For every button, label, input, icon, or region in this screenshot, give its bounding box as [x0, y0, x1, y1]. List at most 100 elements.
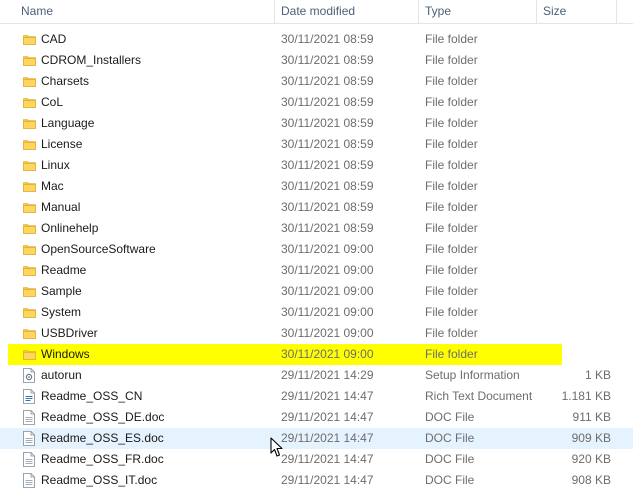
column-header-type[interactable]: Type — [419, 0, 535, 23]
date-modified: 29/11/2021 14:29 — [281, 368, 374, 382]
file-type: File folder — [425, 221, 478, 235]
file-type: File folder — [425, 200, 478, 214]
folder-icon — [21, 302, 37, 323]
folder-icon — [21, 344, 37, 365]
file-type: File folder — [425, 326, 478, 340]
file-size: 1 KB — [584, 368, 611, 382]
folder-icon — [21, 113, 37, 134]
file-size: 908 KB — [571, 473, 611, 487]
file-name: Language — [41, 116, 95, 130]
setup-info-icon — [21, 365, 37, 386]
folder-row[interactable]: CAD 30/11/2021 08:59 File folder — [0, 29, 633, 50]
folder-icon — [21, 323, 37, 344]
file-type: File folder — [425, 305, 478, 319]
date-modified: 30/11/2021 08:59 — [281, 221, 374, 235]
date-modified: 30/11/2021 09:00 — [281, 347, 374, 361]
date-modified: 30/11/2021 09:00 — [281, 242, 374, 256]
folder-row[interactable]: License 30/11/2021 08:59 File folder — [0, 134, 633, 155]
file-row[interactable]: Readme_OSS_CN 29/11/2021 14:47 Rich Text D… — [0, 386, 633, 407]
file-name: CAD — [41, 32, 67, 46]
date-modified: 30/11/2021 08:59 — [281, 200, 374, 214]
file-name: Readme_OSS_IT.doc — [41, 473, 158, 487]
file-type: File folder — [425, 32, 478, 46]
folder-icon — [21, 218, 37, 239]
sort-caret-icon: ^ — [141, 0, 146, 5]
file-size — [541, 155, 611, 176]
folder-row[interactable]: Mac 30/11/2021 08:59 File folder — [0, 176, 633, 197]
folder-row[interactable]: Sample 30/11/2021 09:00 File folder — [0, 281, 633, 302]
file-type: Rich Text Document — [425, 389, 533, 403]
doc-file-icon — [21, 428, 37, 449]
folder-row[interactable]: Readme 30/11/2021 09:00 File folder — [0, 260, 633, 281]
file-size: 920 KB — [571, 452, 611, 466]
folder-row[interactable]: CoL 30/11/2021 08:59 File folder — [0, 92, 633, 113]
file-size — [541, 29, 611, 50]
date-modified: 29/11/2021 14:47 — [281, 431, 374, 445]
file-row[interactable]: Readme_OSS_IT.doc 29/11/2021 14:47 DOC Fil… — [0, 470, 633, 491]
file-name: OpenSourceSoftware — [41, 242, 156, 256]
file-row[interactable]: Readme_OSS_ES.doc 29/11/2021 14:47 DOC Fil… — [0, 428, 633, 449]
date-modified: 29/11/2021 14:47 — [281, 389, 374, 403]
file-name: autorun — [41, 368, 82, 382]
file-size: 909 KB — [571, 431, 611, 445]
file-row[interactable]: Readme_OSS_DE.doc 29/11/2021 14:47 DOC Fil… — [0, 407, 633, 428]
folder-row[interactable]: Charsets 30/11/2021 08:59 File folder — [0, 71, 633, 92]
folder-row[interactable]: System 30/11/2021 09:00 File folder — [0, 302, 633, 323]
date-modified: 29/11/2021 14:47 — [281, 473, 374, 487]
date-modified: 30/11/2021 09:00 — [281, 263, 374, 277]
file-name: Linux — [41, 158, 70, 172]
file-name: Charsets — [41, 74, 90, 88]
file-size: 911 KB — [572, 410, 611, 424]
folder-row[interactable]: Linux 30/11/2021 08:59 File folder — [0, 155, 633, 176]
folder-row[interactable]: Language 30/11/2021 08:59 File folder — [0, 113, 633, 134]
file-type: File folder — [425, 53, 478, 67]
folder-row[interactable]: USBDriver 30/11/2021 09:00 File folder — [0, 323, 633, 344]
file-size — [541, 50, 611, 71]
file-name: CoL — [41, 95, 64, 109]
file-type: File folder — [425, 137, 478, 151]
file-type: File folder — [425, 179, 478, 193]
column-header-date[interactable]: Date modified — [275, 0, 418, 23]
column-divider[interactable] — [616, 0, 617, 23]
file-size — [541, 197, 611, 218]
file-name: Readme_OSS_FR.doc — [41, 452, 164, 466]
column-header-bar: Name ^ Date modified Type Size — [0, 0, 633, 24]
folder-row[interactable]: Windows 30/11/2021 09:00 File folder — [0, 344, 633, 365]
date-modified: 30/11/2021 08:59 — [281, 32, 374, 46]
file-type: File folder — [425, 158, 478, 172]
file-type: File folder — [425, 116, 478, 130]
file-name: System — [41, 305, 82, 319]
folder-icon — [21, 134, 37, 155]
file-name: Readme — [41, 263, 87, 277]
file-name: CDROM_Installers — [41, 53, 142, 67]
doc-file-icon — [21, 449, 37, 470]
folder-row[interactable]: Onlinehelp 30/11/2021 08:59 File folder — [0, 218, 633, 239]
mouse-cursor-icon — [270, 437, 283, 457]
folder-row[interactable]: OpenSourceSoftware 30/11/2021 09:00 File f… — [0, 239, 633, 260]
date-modified: 30/11/2021 08:59 — [281, 158, 374, 172]
doc-file-icon — [21, 407, 37, 428]
file-size — [541, 281, 611, 302]
folder-icon — [21, 281, 37, 302]
file-type: File folder — [425, 74, 478, 88]
file-row[interactable]: autorun 29/11/2021 14:29 Setup Information… — [0, 365, 633, 386]
file-size — [541, 218, 611, 239]
file-type: Setup Information — [425, 368, 520, 382]
folder-icon — [21, 92, 37, 113]
file-type: DOC File — [425, 431, 475, 445]
folder-icon — [21, 50, 37, 71]
file-size — [541, 260, 611, 281]
file-name: Manual — [41, 200, 81, 214]
file-name: Onlinehelp — [41, 221, 99, 235]
date-modified: 29/11/2021 14:47 — [281, 452, 374, 466]
file-row[interactable]: Readme_OSS_FR.doc 29/11/2021 14:47 DOC Fil… — [0, 449, 633, 470]
folder-row[interactable]: Manual 30/11/2021 08:59 File folder — [0, 197, 633, 218]
date-modified: 30/11/2021 08:59 — [281, 137, 374, 151]
folder-row[interactable]: CDROM_Installers 30/11/2021 08:59 File fol… — [0, 50, 633, 71]
file-type: File folder — [425, 347, 478, 361]
date-modified: 30/11/2021 09:00 — [281, 284, 374, 298]
file-size — [541, 92, 611, 113]
file-type: File folder — [425, 263, 478, 277]
column-header-size[interactable]: Size — [537, 0, 617, 23]
file-type: DOC File — [425, 410, 475, 424]
